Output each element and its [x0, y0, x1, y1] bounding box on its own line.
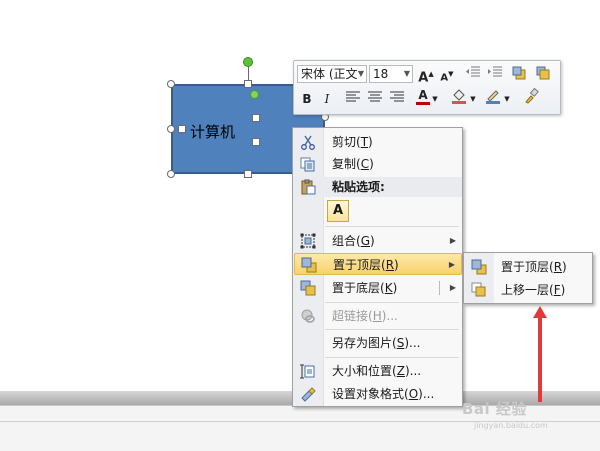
resize-handle-inner-bottom[interactable] — [252, 138, 260, 146]
paste-options-header: 粘贴选项: — [294, 177, 462, 197]
menu-separator — [325, 357, 459, 358]
submenu-arrow-icon: ▶ — [448, 260, 455, 269]
menu-item-hyperlink: 超链接(H)... — [294, 305, 462, 327]
size-position-icon — [300, 363, 316, 379]
menu-item-cut[interactable]: 剪切(T) — [294, 131, 462, 153]
arrange-submenu: 置于顶层(R) 上移一层(F) — [463, 252, 593, 304]
font-name-value: 宋体 (正文 — [301, 67, 358, 81]
bring-forward-icon — [471, 282, 487, 298]
chevron-down-icon[interactable]: ▼ — [502, 90, 512, 108]
send-to-back-icon — [300, 280, 316, 296]
shape-text[interactable]: 计算机 — [190, 121, 235, 142]
bring-to-front-icon[interactable] — [510, 65, 528, 83]
menu-separator — [325, 302, 459, 303]
paste-keep-text-only-button[interactable]: A — [327, 200, 349, 222]
chevron-down-icon[interactable]: ▼ — [430, 90, 440, 108]
resize-handle-inner[interactable] — [252, 114, 260, 122]
chevron-down-icon: ▼ — [357, 69, 364, 78]
paste-options-label: 粘贴选项: — [332, 180, 385, 194]
bold-button[interactable]: B — [298, 90, 316, 108]
bring-to-front-icon — [471, 259, 487, 275]
menu-item-format-object[interactable]: 设置对象格式(O)... — [294, 383, 462, 405]
bring-to-front-icon — [301, 257, 317, 273]
font-size-value: 18 — [373, 67, 389, 81]
resize-handle-bottom[interactable] — [244, 170, 252, 178]
align-right-icon[interactable] — [388, 90, 406, 108]
format-painter-icon[interactable] — [522, 87, 540, 106]
chevron-down-icon[interactable]: ▼ — [468, 90, 478, 108]
increase-indent-icon[interactable] — [486, 65, 504, 83]
shrink-font-icon[interactable]: A▼ — [438, 65, 456, 83]
chevron-down-icon: ▼ — [403, 69, 410, 78]
align-center-icon[interactable] — [366, 90, 384, 108]
send-to-back-icon[interactable] — [534, 65, 552, 83]
menu-item-copy[interactable]: 复制(C) — [294, 153, 462, 175]
format-object-icon — [300, 386, 316, 402]
resize-handle-left[interactable] — [167, 125, 175, 133]
menu-separator — [325, 226, 459, 227]
menu-item-group[interactable]: 组合(G) ▶ — [294, 230, 462, 252]
menu-item-send-to-back[interactable]: 置于底层(K) ▶ — [294, 277, 462, 299]
paste-icon — [300, 179, 316, 195]
copy-icon — [300, 156, 316, 172]
mini-toolbar: 宋体 (正文 ▼ 18 ▼ A▲ A▼ B I A ▼ ▼ ▼ — [293, 60, 561, 115]
submenu-item-bring-to-front[interactable]: 置于顶层(R) — [465, 256, 591, 278]
scissors-icon — [300, 134, 316, 150]
rotation-handle[interactable] — [243, 57, 253, 67]
resize-handle-top[interactable] — [244, 80, 252, 88]
baidu-watermark-logo: Bai 经验 — [462, 400, 527, 418]
submenu-arrow-icon: ▶ — [449, 283, 456, 292]
shape-outline-icon[interactable] — [484, 88, 502, 106]
resize-handle-top-left[interactable] — [167, 80, 175, 88]
menu-item-save-as-picture[interactable]: 另存为图片(S)... — [294, 332, 462, 354]
hyperlink-icon — [300, 308, 316, 324]
submenu-arrow-icon: ▶ — [449, 236, 456, 245]
menu-item-bring-to-front[interactable]: 置于顶层(R) ▶ — [294, 253, 462, 275]
font-size-combo[interactable]: 18 ▼ — [369, 65, 413, 83]
italic-button[interactable]: I — [318, 90, 336, 108]
grow-font-icon[interactable]: A▲ — [417, 65, 435, 85]
align-left-icon[interactable] — [344, 90, 362, 108]
font-name-combo[interactable]: 宋体 (正文 ▼ — [297, 65, 367, 83]
text-handle[interactable] — [178, 125, 186, 133]
adjust-handle[interactable] — [250, 90, 259, 99]
menu-separator — [325, 329, 459, 330]
menu-item-size-position[interactable]: 大小和位置(Z)... — [294, 360, 462, 382]
watermark-url: jingyan.baidu.com — [474, 421, 548, 430]
shape-fill-icon[interactable] — [450, 88, 468, 106]
red-arrow-annotation — [533, 306, 547, 402]
decrease-indent-icon[interactable] — [464, 65, 482, 83]
resize-handle-bottom-left[interactable] — [167, 170, 175, 178]
group-icon — [300, 233, 316, 249]
context-menu: 剪切(T) 复制(C) 粘贴选项: 组合(G) ▶ 置于顶层(R) ▶ 置于底层… — [292, 127, 463, 407]
submenu-item-bring-forward[interactable]: 上移一层(F) — [465, 279, 591, 301]
